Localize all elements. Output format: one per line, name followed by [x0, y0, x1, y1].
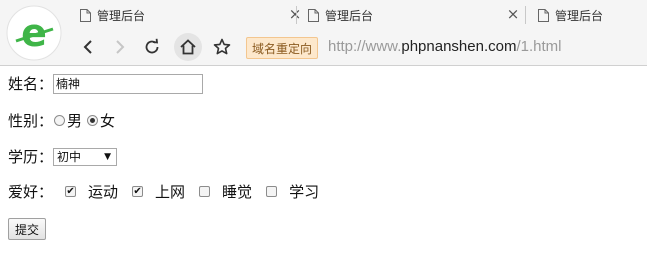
page-icon: [538, 8, 549, 22]
hobby-option-internet: ✔ 上网: [132, 181, 185, 202]
gender-option-male: 男: [67, 112, 83, 130]
hobby-label-sleep: 睡觉: [222, 183, 253, 201]
gender-row: 性别： 男 女: [8, 110, 115, 131]
hobby-checkbox-internet[interactable]: ✔: [132, 186, 144, 197]
hobby-checkbox-study[interactable]: [266, 186, 278, 197]
gender-radio-female[interactable]: [87, 115, 99, 126]
education-selected-value: 初中: [57, 150, 82, 164]
tab-divider: [525, 6, 526, 24]
page-icon: [308, 8, 319, 22]
home-button[interactable]: [174, 33, 202, 61]
tab-title: 管理后台: [97, 8, 146, 23]
hobby-option-study: 学习: [266, 181, 319, 202]
name-input[interactable]: [53, 73, 204, 94]
back-button[interactable]: [76, 35, 100, 59]
close-tab-icon[interactable]: ×: [288, 7, 302, 22]
home-icon: [180, 39, 196, 55]
url-prefix: http://www.: [328, 38, 402, 55]
gender-option-female: 女: [100, 112, 116, 130]
tab-title: 管理后台: [325, 8, 374, 23]
hobby-row: 爱好： ✔ 运动 ✔ 上网 睡觉 学习: [8, 181, 333, 202]
tab-title: 管理后台: [555, 8, 604, 23]
bookmark-button[interactable]: [210, 35, 234, 59]
hobby-label-internet: 上网: [155, 183, 186, 201]
address-bar[interactable]: http://www.phpnanshen.com/1.html: [328, 38, 561, 55]
hobby-checkbox-sleep[interactable]: [199, 186, 211, 197]
navigation-bar: 域名重定向 http://www.phpnanshen.com/1.html: [70, 30, 647, 65]
name-row: 姓名：: [8, 73, 204, 94]
tab-divider: [296, 6, 297, 24]
hobby-label-study: 学习: [289, 183, 320, 201]
education-label: 学历：: [8, 148, 54, 166]
tab-strip: 管理后台 × 管理后台 × 管理后台: [70, 0, 647, 30]
education-select[interactable]: 初中 ▼: [53, 147, 118, 166]
url-path: /1.html: [516, 38, 562, 55]
back-arrow-icon: [83, 40, 92, 54]
hobby-label-sports: 运动: [88, 183, 119, 201]
redirect-badge[interactable]: 域名重定向: [246, 37, 319, 59]
browser-logo-icon[interactable]: e: [6, 5, 62, 61]
hobby-option-sleep: 睡觉: [199, 181, 252, 202]
close-tab-icon[interactable]: ×: [506, 7, 520, 22]
hobby-label: 爱好：: [8, 183, 54, 201]
gender-label: 性别：: [8, 112, 54, 130]
gender-radio-male[interactable]: [54, 115, 66, 126]
name-label: 姓名：: [8, 75, 54, 93]
education-row: 学历： 初中 ▼: [8, 146, 118, 167]
tab-3[interactable]: 管理后台: [538, 0, 647, 30]
forward-arrow-icon: [116, 40, 125, 54]
hobby-checkbox-sports[interactable]: ✔: [65, 186, 77, 197]
reload-button[interactable]: [140, 35, 164, 59]
page-content: 姓名： 性别： 男 女 学历： 初中 ▼ 爱好： ✔ 运动 ✔ 上网 睡觉: [0, 66, 647, 258]
page-icon: [80, 8, 91, 22]
reload-icon: [145, 38, 159, 54]
url-host: phpnanshen.com: [401, 38, 517, 55]
forward-button[interactable]: [108, 35, 132, 59]
tab-2[interactable]: 管理后台 ×: [308, 0, 520, 30]
submit-button[interactable]: 提交: [8, 218, 47, 240]
tab-1[interactable]: 管理后台 ×: [80, 0, 302, 30]
dropdown-arrow-icon: ▼: [104, 151, 112, 162]
submit-row: 提交: [8, 218, 47, 240]
browser-chrome: e 管理后台 × 管理后台 × 管理后台 域名重定向 http://www.ph…: [0, 0, 647, 66]
star-icon: [213, 38, 231, 55]
hobby-option-sports: ✔ 运动: [65, 181, 118, 202]
